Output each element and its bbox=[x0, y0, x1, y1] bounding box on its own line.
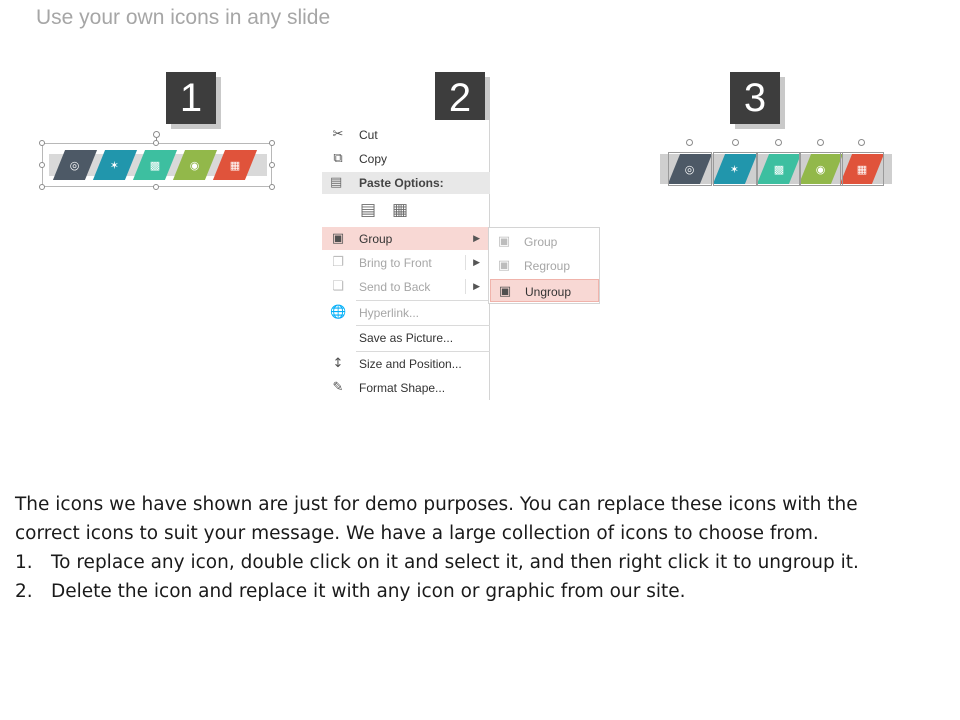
menu-item-copy[interactable]: ⧉ Copy bbox=[322, 147, 490, 170]
split-divider bbox=[465, 279, 466, 294]
rotation-handle[interactable] bbox=[775, 139, 782, 146]
rotation-handle[interactable] bbox=[858, 139, 865, 146]
menu-label-bring-to-front: Bring to Front bbox=[359, 255, 432, 270]
send-to-back-icon: ❏ bbox=[332, 279, 344, 294]
instruction-item: 2. Delete the icon and replace it with a… bbox=[15, 577, 925, 606]
paste-picture-button[interactable]: ▦ bbox=[388, 198, 412, 222]
scissors-icon: ✂ bbox=[332, 127, 344, 142]
resize-handle-bl[interactable] bbox=[39, 184, 45, 190]
resize-handle-tr[interactable] bbox=[269, 140, 275, 146]
submenu-item-regroup[interactable]: ▣ Regroup bbox=[490, 254, 599, 277]
menu-label-group: Group bbox=[359, 231, 393, 246]
menu-item-size-and-position[interactable]: ↕ Size and Position... bbox=[322, 352, 490, 375]
paint-bucket-icon: ✎ bbox=[332, 380, 344, 395]
rotation-handle[interactable] bbox=[153, 131, 160, 138]
menu-label-hyperlink: Hyperlink... bbox=[359, 305, 420, 320]
rotation-handle[interactable] bbox=[686, 139, 693, 146]
split-divider bbox=[465, 255, 466, 270]
size-position-icon: ↕ bbox=[332, 356, 344, 371]
menu-label-save-as-picture: Save as Picture... bbox=[359, 330, 454, 345]
resize-handle-ml[interactable] bbox=[39, 162, 45, 168]
submenu-item-group[interactable]: ▣ Group bbox=[490, 230, 599, 253]
menu-item-bring-to-front[interactable]: ❐ Bring to Front ▶ bbox=[322, 251, 490, 274]
submenu-arrow-icon: ▶ bbox=[473, 281, 480, 292]
menu-item-send-to-back[interactable]: ❏ Send to Back ▶ bbox=[322, 275, 490, 298]
instruction-item: 1. To replace any icon, double click on … bbox=[15, 548, 925, 577]
step-badge-2: 2 bbox=[435, 72, 485, 124]
clipboard-icon: ▤ bbox=[330, 175, 343, 190]
instruction-number: 2. bbox=[15, 581, 33, 602]
target-icon: ◉ bbox=[190, 158, 200, 172]
group-icon: ▣ bbox=[497, 234, 511, 249]
submenu-item-ungroup[interactable]: ▣ Ungroup bbox=[490, 279, 599, 302]
menu-item-format-shape[interactable]: ✎ Format Shape... bbox=[322, 376, 490, 399]
calendar-icon: ▦ bbox=[229, 158, 241, 172]
paste-options-header: ▤ Paste Options: bbox=[322, 172, 490, 194]
submenu-label-regroup: Regroup bbox=[524, 259, 571, 273]
resize-handle-mr[interactable] bbox=[269, 162, 275, 168]
resize-handle-tc[interactable] bbox=[153, 140, 159, 146]
selection-box bbox=[799, 152, 843, 186]
bring-to-front-icon: ❐ bbox=[332, 255, 344, 270]
resize-handle-bc[interactable] bbox=[153, 184, 159, 190]
menu-label-copy: Copy bbox=[359, 151, 388, 166]
menu-label-send-to-back: Send to Back bbox=[359, 279, 431, 294]
selection-box bbox=[757, 152, 801, 186]
copy-icon: ⧉ bbox=[333, 151, 343, 166]
rotation-handle[interactable] bbox=[817, 139, 824, 146]
grouped-icon-strip[interactable]: ◎ ✶ ▩ ◉ ▦ bbox=[42, 143, 272, 187]
slide-title: Use your own icons in any slide bbox=[36, 6, 331, 29]
instructions: The icons we have shown are just for dem… bbox=[15, 490, 925, 606]
instructions-intro: The icons we have shown are just for dem… bbox=[15, 494, 858, 544]
menu-item-save-as-picture[interactable]: Save as Picture... bbox=[322, 326, 490, 349]
menu-label-cut: Cut bbox=[359, 127, 378, 142]
paste-keep-formatting-button[interactable]: ▤ bbox=[356, 198, 380, 222]
submenu-arrow-icon: ▶ bbox=[473, 257, 480, 268]
instruction-text: Delete the icon and replace it with any … bbox=[51, 581, 686, 602]
ungroup-icon: ▣ bbox=[498, 284, 512, 299]
menu-label-format-shape: Format Shape... bbox=[359, 380, 446, 395]
regroup-icon: ▣ bbox=[497, 258, 511, 273]
group-submenu: ▣ Group ▣ Regroup ▣ Ungroup bbox=[488, 227, 600, 304]
menu-label-size-and-position: Size and Position... bbox=[359, 356, 462, 371]
selection-box bbox=[713, 152, 757, 186]
resize-handle-tl[interactable] bbox=[39, 140, 45, 146]
context-menu: ✂ Cut ⧉ Copy ▤ Paste Options: ▤ ▦ ▣ Grou… bbox=[322, 120, 490, 400]
instruction-text: To replace any icon, double click on it … bbox=[51, 552, 859, 573]
instruction-number: 1. bbox=[15, 552, 33, 573]
paste-options-label: Paste Options: bbox=[359, 176, 444, 190]
selection-box bbox=[840, 152, 884, 186]
resize-handle-br[interactable] bbox=[269, 184, 275, 190]
ungrouped-icon-strip[interactable]: ◎ ✶ ▩ ◉ ▦ bbox=[660, 150, 892, 188]
submenu-label-group: Group bbox=[524, 235, 558, 249]
handshake-icon: ✶ bbox=[110, 158, 120, 172]
step-badge-1: 1 bbox=[166, 72, 216, 124]
paste-text-icon: ▤ bbox=[359, 200, 377, 220]
menu-item-group[interactable]: ▣ Group ▶ bbox=[322, 227, 490, 250]
menu-item-cut[interactable]: ✂ Cut bbox=[322, 123, 490, 146]
group-icon: ▣ bbox=[331, 231, 345, 246]
lightbulb-icon: ◎ bbox=[70, 158, 80, 172]
rotation-handle[interactable] bbox=[732, 139, 739, 146]
menu-item-hyperlink[interactable]: 🌐 Hyperlink... bbox=[322, 301, 490, 324]
step-badge-3: 3 bbox=[730, 72, 780, 124]
paste-picture-icon: ▦ bbox=[391, 200, 409, 220]
submenu-label-ungroup: Ungroup bbox=[525, 285, 572, 299]
submenu-arrow-icon: ▶ bbox=[473, 233, 480, 244]
bar-chart-icon: ▩ bbox=[149, 158, 161, 172]
globe-link-icon: 🌐 bbox=[330, 305, 347, 320]
selection-box bbox=[668, 152, 712, 186]
